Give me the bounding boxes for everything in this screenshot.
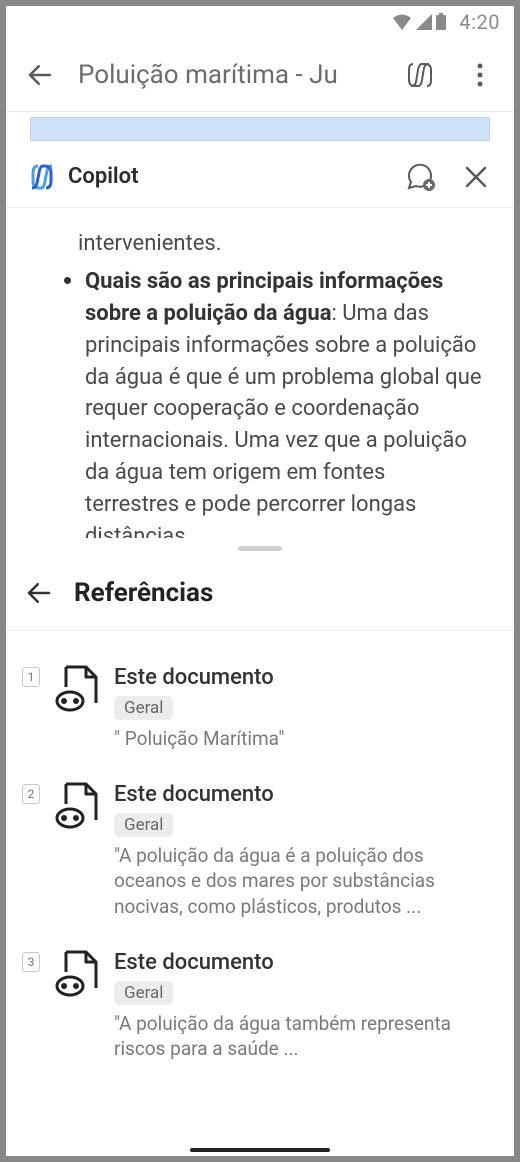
copilot-shortcut-button[interactable] xyxy=(398,53,442,97)
document-link-icon xyxy=(54,948,100,998)
reference-title: Este documento xyxy=(114,782,490,807)
copilot-panel-title: Copilot xyxy=(68,164,386,189)
new-chat-button[interactable] xyxy=(398,155,442,199)
reference-title: Este documento xyxy=(114,665,490,690)
document-selection-highlight xyxy=(30,117,490,141)
close-panel-button[interactable] xyxy=(454,155,498,199)
reference-quote: "A poluição da água é a poluição dos oce… xyxy=(114,843,490,920)
back-button[interactable] xyxy=(18,53,62,97)
reference-quote: "A poluição da água também representa ri… xyxy=(114,1011,490,1062)
references-back-button[interactable] xyxy=(22,576,56,610)
response-bullet: Quais são as principais informações sobr… xyxy=(85,266,484,538)
reference-index-badge: 2 xyxy=(22,784,40,804)
cellular-icon xyxy=(415,13,433,31)
arrow-left-icon xyxy=(25,60,55,90)
reference-item[interactable]: 3 Este documento Geral "A poluição da ág… xyxy=(14,928,506,1070)
drag-handle-bar-icon xyxy=(238,546,282,551)
copilot-response-area[interactable]: intervenientes. Quais são as principais … xyxy=(6,208,514,538)
reference-title: Este documento xyxy=(114,950,490,975)
status-bar: 4:20 xyxy=(6,6,514,38)
panel-drag-handle[interactable] xyxy=(6,538,514,558)
document-link-icon xyxy=(54,780,100,830)
references-header: Referências xyxy=(6,558,514,631)
references-list[interactable]: 1 Este documento Geral " Poluição Maríti… xyxy=(6,631,514,1156)
copilot-logo-icon xyxy=(28,163,56,191)
app-title: Poluição marítima - Ju xyxy=(78,60,382,90)
bullet-icon xyxy=(64,277,71,284)
reference-index-badge: 3 xyxy=(22,952,40,972)
response-line-previous-tail: intervenientes. xyxy=(78,228,222,260)
reference-badge: Geral xyxy=(114,981,173,1005)
chat-plus-icon xyxy=(404,161,436,193)
close-icon xyxy=(463,164,489,190)
document-link-icon xyxy=(54,663,100,713)
app-bar: Poluição marítima - Ju xyxy=(6,38,514,112)
status-time: 4:20 xyxy=(459,10,500,34)
reference-badge: Geral xyxy=(114,813,173,837)
copilot-panel-header: Copilot xyxy=(6,146,514,208)
reference-item[interactable]: 1 Este documento Geral " Poluição Maríti… xyxy=(14,643,506,760)
copilot-glyph-icon xyxy=(403,58,437,92)
battery-icon xyxy=(435,13,447,31)
reference-index-badge: 1 xyxy=(22,667,40,687)
response-bullet-body: : Uma das principais informações sobre a… xyxy=(85,301,481,538)
document-preview-strip xyxy=(6,112,514,146)
status-icons xyxy=(391,13,447,31)
arrow-left-icon xyxy=(24,578,54,608)
more-vertical-icon xyxy=(468,61,492,89)
reference-item[interactable]: 2 Este documento Geral "A poluição da ág… xyxy=(14,760,506,928)
wifi-icon xyxy=(391,13,413,31)
overflow-menu-button[interactable] xyxy=(458,53,502,97)
reference-quote: " Poluição Marítima" xyxy=(114,726,490,752)
reference-badge: Geral xyxy=(114,696,173,720)
references-title: Referências xyxy=(74,578,213,608)
home-indicator[interactable] xyxy=(190,1148,330,1152)
